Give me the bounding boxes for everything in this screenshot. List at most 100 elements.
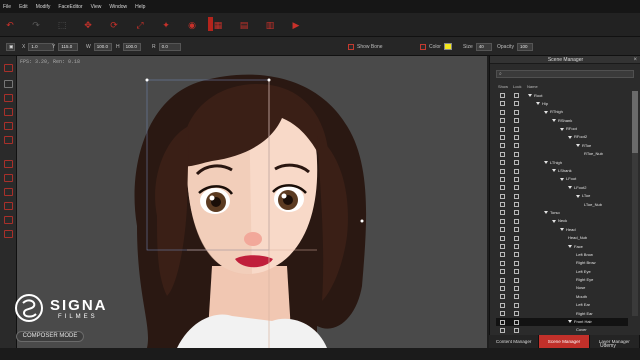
lock-checkbox[interactable] — [514, 294, 519, 300]
x-field[interactable]: 1.0 — [28, 42, 55, 51]
show-checkbox[interactable] — [500, 277, 505, 283]
layers-icon[interactable]: ▥ — [264, 19, 276, 31]
copy-tool-icon[interactable] — [4, 216, 13, 224]
lock-checkbox[interactable] — [514, 118, 519, 124]
lock-checkbox[interactable] — [514, 176, 519, 182]
expand-arrow-icon[interactable] — [552, 219, 556, 223]
scene-tree-row[interactable]: Mouth — [496, 292, 628, 300]
composer-mode-badge[interactable]: COMPOSER MODE — [16, 331, 84, 342]
show-checkbox[interactable] — [500, 168, 505, 174]
scene-node-name[interactable]: RThigh — [544, 109, 563, 114]
scene-node-name[interactable]: RFoot — [560, 126, 577, 131]
bone-tool-icon[interactable] — [4, 94, 13, 102]
scene-tree-row[interactable]: Right Eye — [496, 276, 628, 284]
lock-checkbox[interactable] — [514, 168, 519, 174]
lock-checkbox[interactable] — [514, 202, 519, 208]
show-checkbox[interactable] — [500, 176, 505, 182]
scene-node-name[interactable]: Torso — [544, 210, 560, 215]
scene-tree-row[interactable]: LToe — [496, 192, 628, 200]
scene-node-name[interactable]: RToe_Nub — [584, 151, 603, 156]
crop-tool-icon[interactable] — [4, 122, 13, 130]
lock-checkbox[interactable] — [514, 93, 519, 98]
show-checkbox[interactable] — [500, 294, 505, 300]
scene-tree-row[interactable]: Head — [496, 225, 628, 233]
show-checkbox[interactable] — [500, 302, 505, 308]
scene-tree-row[interactable]: Neck — [496, 217, 628, 225]
scene-node-name[interactable]: Hip — [536, 101, 548, 106]
show-checkbox[interactable] — [500, 118, 505, 124]
scene-tree-row[interactable]: LFoot — [496, 175, 628, 183]
lock-checkbox[interactable] — [514, 210, 519, 216]
link-tool-icon[interactable] — [4, 230, 13, 238]
rotate-icon[interactable]: ⟳ — [108, 19, 120, 31]
nose-shape[interactable] — [244, 232, 262, 246]
selection-handle[interactable] — [267, 78, 271, 82]
scene-scroll-thumb[interactable] — [632, 91, 638, 153]
scene-node-name[interactable]: Right Eye — [576, 277, 593, 282]
show-checkbox[interactable] — [500, 193, 505, 199]
scene-tree-row[interactable]: Face — [496, 242, 628, 250]
menu-item-help[interactable]: Help — [135, 4, 145, 10]
scene-node-name[interactable]: Left Eye — [576, 269, 591, 274]
show-checkbox[interactable] — [500, 202, 505, 208]
scene-search-input[interactable]: ⌕ — [496, 70, 634, 78]
undo-icon[interactable]: ↶ — [4, 19, 16, 31]
menu-item-faceeditor[interactable]: FaceEditor — [58, 4, 82, 10]
scene-tree-row[interactable]: Right Brow — [496, 259, 628, 267]
scene-node-name[interactable]: Left Ear — [576, 302, 590, 307]
color-swatch[interactable] — [443, 43, 452, 50]
lock-checkbox[interactable] — [514, 218, 519, 224]
lock-checkbox[interactable] — [514, 252, 519, 258]
scene-tree-row[interactable]: RThigh — [496, 108, 628, 116]
menu-item-modify[interactable]: Modify — [36, 4, 51, 10]
scene-node-name[interactable]: Head_Nub — [568, 235, 587, 240]
scene-node-name[interactable]: Head — [560, 227, 576, 232]
menu-item-file[interactable]: File — [3, 4, 11, 10]
show-checkbox[interactable] — [500, 319, 505, 325]
scene-node-name[interactable]: RToe — [576, 143, 591, 148]
menu-item-edit[interactable]: Edit — [19, 4, 28, 10]
scene-tree-row[interactable]: Right Ear — [496, 309, 628, 317]
tab-scene-manager[interactable]: Scene Manager — [539, 335, 590, 348]
scene-node-name[interactable]: LToe — [576, 193, 590, 198]
scene-tree-row[interactable]: Front Hair — [496, 317, 628, 326]
show-bone-checkbox[interactable] — [348, 43, 354, 50]
grid-icon[interactable]: ▦ — [212, 19, 224, 31]
scene-tree-row[interactable]: Torso — [496, 208, 628, 216]
lock-checkbox[interactable] — [514, 260, 519, 266]
show-checkbox[interactable] — [500, 101, 505, 107]
color-checkbox[interactable] — [420, 43, 426, 50]
rotation-field[interactable]: 0.0 — [158, 42, 181, 51]
lock-checkbox[interactable] — [514, 109, 519, 115]
show-checkbox[interactable] — [500, 185, 505, 191]
lock-checkbox[interactable] — [514, 311, 519, 317]
size-field[interactable]: 40 — [475, 42, 492, 51]
show-checkbox[interactable] — [500, 227, 505, 233]
show-checkbox[interactable] — [500, 160, 505, 166]
y-field[interactable]: 115.0 — [58, 42, 79, 51]
expand-arrow-icon[interactable] — [552, 169, 556, 173]
scene-node-name[interactable]: LThigh — [544, 160, 562, 165]
redo-icon[interactable]: ↷ — [30, 19, 42, 31]
scene-node-name[interactable]: Neck — [552, 218, 567, 223]
lock-checkbox[interactable] — [514, 227, 519, 233]
scene-tree-row[interactable]: Cover — [496, 326, 628, 334]
menu-item-view[interactable]: View — [91, 4, 102, 10]
scene-node-name[interactable]: Left Brow — [576, 252, 593, 257]
expand-arrow-icon[interactable] — [576, 144, 580, 148]
expand-arrow-icon[interactable] — [560, 177, 564, 181]
show-checkbox[interactable] — [500, 252, 505, 258]
expand-arrow-icon[interactable] — [544, 110, 548, 114]
scene-tree-row[interactable]: RFoot — [496, 125, 628, 133]
expand-arrow-icon[interactable] — [552, 119, 556, 123]
lock-checkbox[interactable] — [514, 151, 519, 157]
close-icon[interactable]: × — [633, 56, 637, 64]
show-checkbox[interactable] — [500, 210, 505, 216]
scene-node-name[interactable]: Cover — [576, 327, 587, 332]
show-checkbox[interactable] — [500, 93, 505, 98]
scene-tree-row[interactable]: RToe — [496, 141, 628, 149]
show-checkbox[interactable] — [500, 126, 505, 132]
scene-node-name[interactable]: Right Brow — [576, 260, 596, 265]
expand-arrow-icon[interactable] — [576, 194, 580, 198]
layer-tool-icon[interactable] — [4, 174, 13, 182]
